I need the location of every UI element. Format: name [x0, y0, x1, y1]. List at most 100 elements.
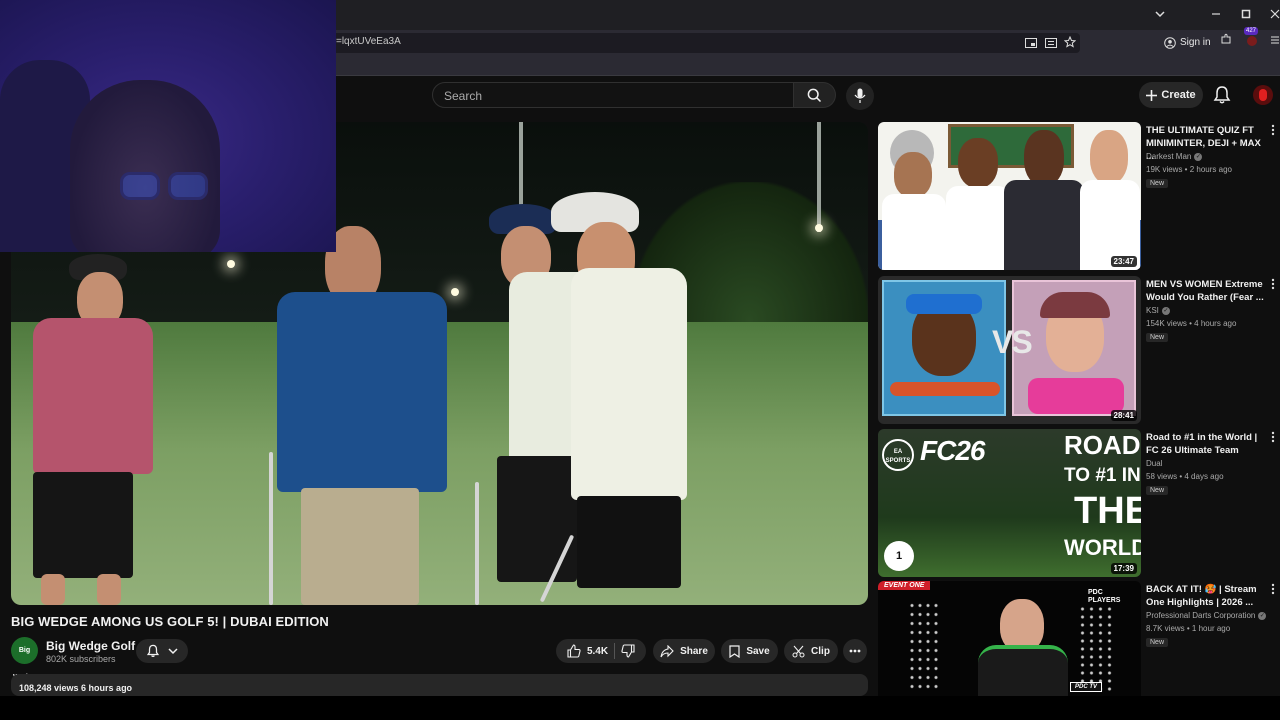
save-button[interactable]: Save	[721, 639, 778, 663]
tab-list-chevron-icon[interactable]	[1149, 6, 1171, 24]
bookmark-icon	[729, 644, 740, 658]
recommendation-item[interactable]: VS 28:41 MEN VS WOMEN Extreme Would You …	[878, 276, 1278, 424]
thumb-player-shirt	[978, 645, 1068, 696]
video-flood-light	[815, 224, 823, 232]
video-duration: 23:47	[1110, 256, 1137, 267]
search-button[interactable]	[794, 82, 836, 108]
subscription-notification-button[interactable]	[136, 639, 188, 663]
thumb-left-panel	[882, 280, 1006, 416]
sign-in-button[interactable]: Sign in	[1164, 34, 1211, 52]
screen: =lqxtUVeEa3A Sign in 427 Search Create B…	[0, 0, 1280, 720]
views-and-date: 108,248 views 6 hours ago	[19, 683, 133, 693]
url-field[interactable]: =lqxtUVeEa3A	[330, 33, 1080, 53]
video-duration: 17:39	[1110, 563, 1137, 574]
thumb-event-tag: EVENT ONE	[878, 581, 931, 590]
account-icon	[1164, 37, 1176, 49]
recommendation-channel[interactable]: Darkest Man ✓	[1146, 152, 1203, 161]
notifications-bell-icon[interactable]	[1212, 85, 1234, 107]
recommendation-channel[interactable]: Professional Darts Corporation ✓	[1146, 611, 1267, 620]
like-count[interactable]: 5.4K	[587, 646, 608, 657]
channel-avatar[interactable]: Big Wedge	[11, 637, 38, 681]
bookmark-star-icon[interactable]	[1061, 35, 1079, 54]
thumb-person-2-shirt	[946, 186, 1010, 270]
video-light-pole	[817, 122, 821, 232]
recommendation-meta: 8.7K views • 1 hour ago	[1146, 624, 1231, 633]
screen-bottom-bar	[0, 696, 1280, 720]
search-icon	[807, 88, 822, 103]
thumb-line-1: ROAD	[1064, 430, 1141, 460]
thumb-line-2: TO #1 IN	[1064, 465, 1141, 486]
close-icon[interactable]	[1264, 6, 1280, 24]
extensions-icon[interactable]	[1217, 33, 1235, 51]
scissors-icon	[792, 645, 805, 657]
recommendation-title[interactable]: MEN VS WOMEN Extreme Would You Rather (F…	[1146, 278, 1268, 304]
more-vertical-icon[interactable]	[1271, 583, 1277, 595]
recommendation-title[interactable]: BACK AT IT! 🥵 | Stream One Highlights | …	[1146, 583, 1268, 609]
account-avatar[interactable]	[1253, 85, 1273, 105]
clip-label: Clip	[811, 645, 830, 657]
extension-badge-count: 427	[1244, 27, 1259, 35]
thumb-person-4-face	[1090, 130, 1128, 184]
thumb-person-3-suit	[1004, 180, 1084, 270]
recommendation-item[interactable]: 23:47 THE ULTIMATE QUIZ FT MINIMINTER, D…	[878, 122, 1278, 270]
recommendation-item[interactable]: EA SPORTS FC26 ROAD TO #1 IN THE WORLD 1…	[878, 429, 1278, 577]
more-vertical-icon[interactable]	[1271, 124, 1277, 136]
thumb-game-title: FC26	[920, 435, 985, 466]
plus-icon	[1146, 89, 1158, 101]
extension-badge-icon[interactable]: 427	[1243, 27, 1261, 51]
share-button[interactable]: Share	[653, 639, 715, 663]
video-flood-light	[451, 288, 459, 296]
picture-in-picture-icon[interactable]	[1022, 36, 1040, 54]
video-duration: 28:41	[1110, 410, 1137, 421]
more-vertical-icon[interactable]	[1271, 278, 1277, 290]
maximize-icon[interactable]	[1235, 6, 1257, 24]
recommendation-item[interactable]: EVENT ONE PDC PLAYERS PDC TV BACK AT IT!…	[878, 581, 1278, 696]
webcam-glasses	[120, 172, 212, 202]
webcam-face	[70, 80, 220, 252]
recommendation-meta: 154K views • 4 hours ago	[1146, 319, 1237, 328]
recommendation-thumbnail[interactable]: EA SPORTS FC26 ROAD TO #1 IN THE WORLD 1…	[878, 429, 1141, 577]
thumb-person-1-shirt	[882, 194, 946, 270]
new-badge: New	[1146, 486, 1169, 495]
url-text: =lqxtUVeEa3A	[336, 36, 401, 47]
thumb-person-2-face	[958, 138, 998, 188]
recommendation-thumbnail[interactable]: VS 28:41	[878, 276, 1141, 424]
webcam-overlay	[0, 0, 336, 252]
chevron-down-icon	[168, 648, 178, 655]
reader-view-icon[interactable]	[1042, 36, 1060, 54]
clip-button[interactable]: Clip	[784, 639, 838, 663]
search-placeholder: Search	[444, 89, 483, 103]
video-flood-light	[227, 260, 235, 268]
thumb-person-3-face	[1024, 130, 1064, 186]
recommendation-channel[interactable]: Dual	[1146, 459, 1162, 468]
hamburger-menu-icon[interactable]	[1266, 33, 1280, 51]
thumb-person-1-face	[894, 152, 932, 198]
description-box[interactable]: 108,248 views 6 hours ago	[11, 674, 868, 696]
thumb-vs-text: VS	[992, 324, 1033, 360]
thumbs-down-icon[interactable]	[621, 644, 635, 658]
thumb-pdc-tv: PDC TV	[1070, 682, 1103, 692]
save-label: Save	[746, 645, 770, 657]
thumb-line-3: THE	[1074, 490, 1141, 532]
share-icon	[660, 644, 674, 657]
more-horizontal-icon	[849, 649, 861, 653]
recommendation-thumbnail[interactable]: 23:47	[878, 122, 1141, 270]
thumbs-up-icon[interactable]	[567, 644, 581, 658]
more-actions-button[interactable]	[843, 639, 867, 663]
verified-check-icon: ✓	[1161, 306, 1170, 315]
thumb-ea-logo: EA SPORTS	[882, 439, 914, 471]
thumb-pdc-brand: PDC PLAYERS	[1088, 589, 1121, 604]
channel-name[interactable]: Big Wedge Golf	[46, 639, 135, 653]
minimize-icon[interactable]	[1205, 6, 1227, 24]
subscriber-count: 802K subscribers	[46, 654, 116, 664]
recommendation-channel[interactable]: KSI ✓	[1146, 306, 1170, 315]
recommendation-thumbnail[interactable]: EVENT ONE PDC PLAYERS PDC TV	[878, 581, 1141, 696]
microphone-icon	[854, 88, 866, 103]
recommendation-channel-name: Professional Darts Corporation	[1146, 611, 1256, 620]
recommendation-title[interactable]: Road to #1 in the World | FC 26 Ultimate…	[1146, 431, 1268, 457]
create-button[interactable]: Create	[1139, 82, 1203, 108]
voice-search-button[interactable]	[846, 82, 874, 110]
search-input[interactable]: Search	[432, 82, 794, 108]
video-title: BIG WEDGE AMONG US GOLF 5! | DUBAI EDITI…	[11, 614, 329, 629]
more-vertical-icon[interactable]	[1271, 431, 1277, 443]
